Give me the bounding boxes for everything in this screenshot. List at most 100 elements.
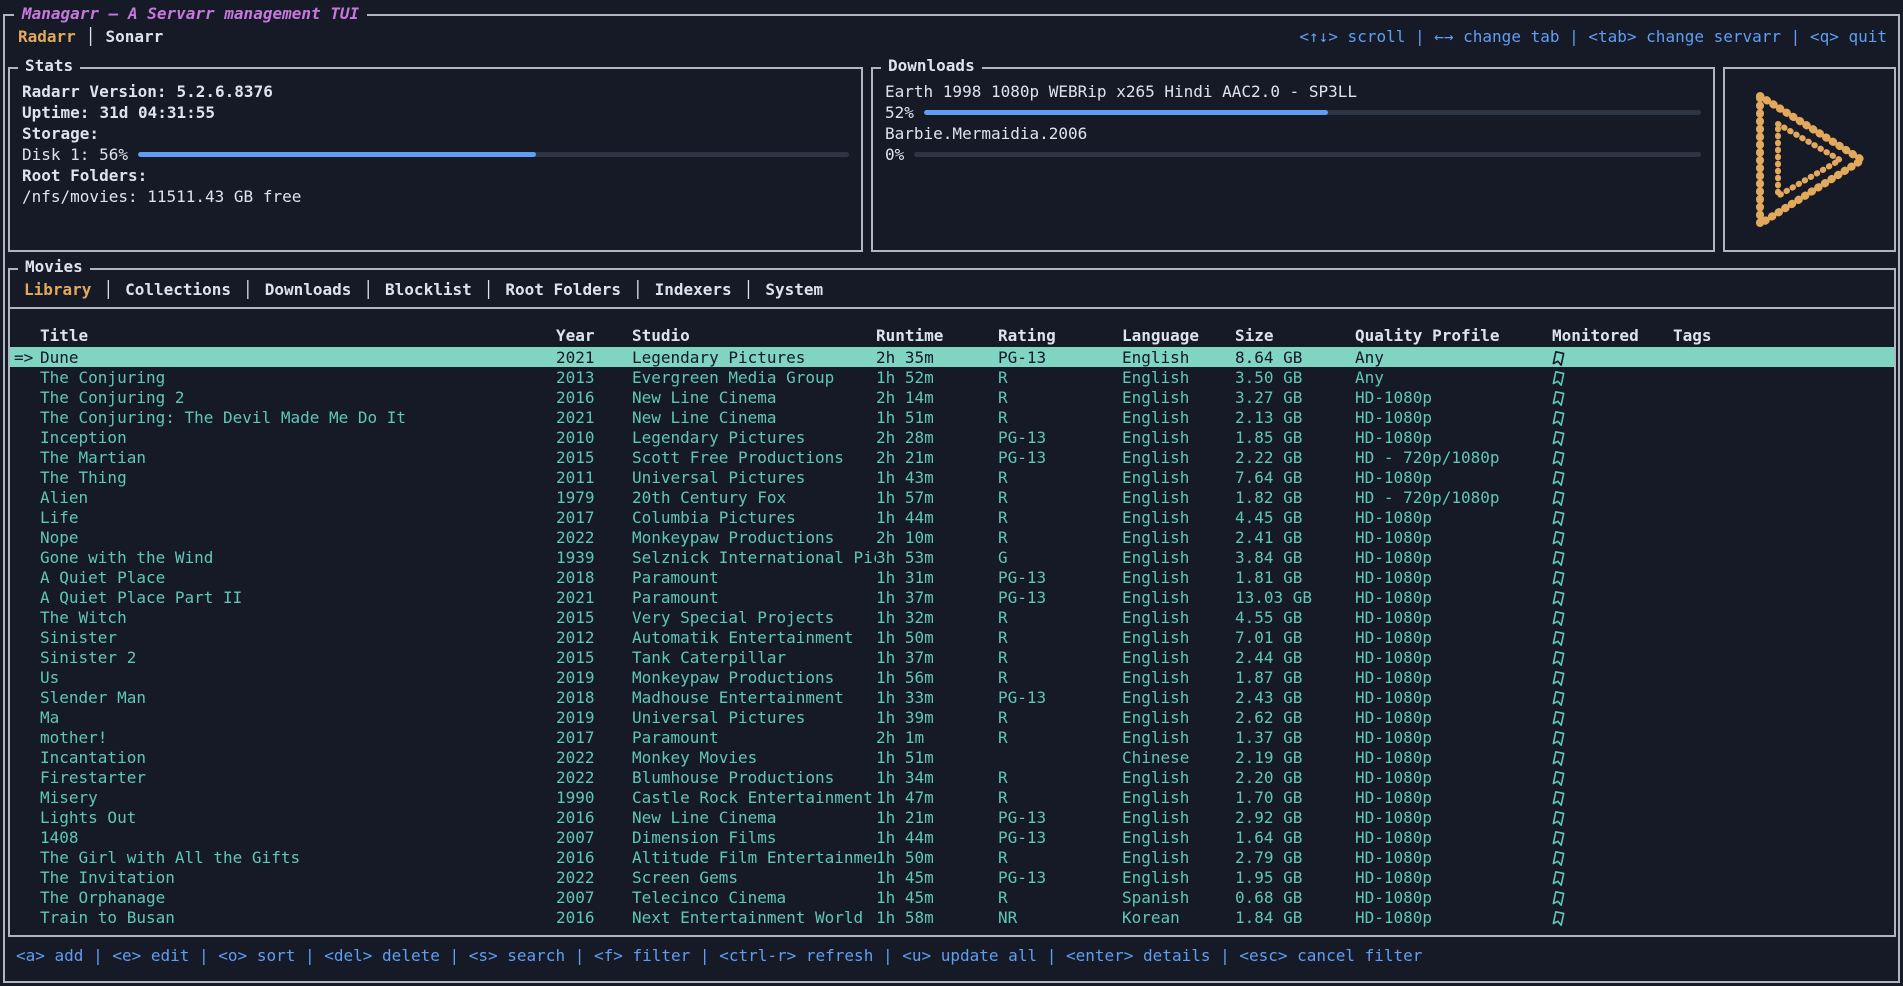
table-row[interactable]: The Martian 2015 Scott Free Productions … — [10, 447, 1894, 467]
cell-size: 1.37 GB — [1235, 728, 1355, 747]
header-studio: Studio — [632, 326, 876, 345]
cell-studio: Monkeypaw Productions — [632, 528, 876, 547]
cell-size: 1.84 GB — [1235, 908, 1355, 927]
monitored-bookmark-icon — [1552, 609, 1566, 626]
table-row[interactable]: Slender Man 2018 Madhouse Entertainment … — [10, 687, 1894, 707]
movies-tab-bar: Library │ Collections │ Downloads │ Bloc… — [10, 270, 1894, 309]
tab-indexers[interactable]: Indexers — [655, 280, 732, 299]
cell-size: 1.64 GB — [1235, 828, 1355, 847]
monitored-bookmark-icon — [1552, 549, 1566, 566]
table-row[interactable]: Alien 1979 20th Century Fox 1h 57m R Eng… — [10, 487, 1894, 507]
monitored-bookmark-icon — [1552, 689, 1566, 706]
tab-sonarr[interactable]: Sonarr — [105, 27, 163, 46]
header-title: Title — [40, 326, 556, 345]
tab-system[interactable]: System — [765, 280, 823, 299]
table-row[interactable]: The Thing 2011 Universal Pictures 1h 43m… — [10, 467, 1894, 487]
table-row[interactable]: mother! 2017 Paramount 2h 1m R English 1… — [10, 727, 1894, 747]
tab-collections[interactable]: Collections — [125, 280, 231, 299]
cell-runtime: 1h 51m — [876, 408, 998, 427]
table-row[interactable]: The Conjuring 2 2016 New Line Cinema 2h … — [10, 387, 1894, 407]
cell-size: 1.81 GB — [1235, 568, 1355, 587]
cell-size: 3.84 GB — [1235, 548, 1355, 567]
cell-monitored — [1552, 788, 1673, 807]
download-progress-bar — [914, 152, 1701, 157]
cell-quality: Any — [1355, 368, 1552, 387]
table-row[interactable]: The Conjuring: The Devil Made Me Do It 2… — [10, 407, 1894, 427]
cell-rating: PG-13 — [998, 588, 1122, 607]
table-row[interactable]: The Witch 2015 Very Special Projects 1h … — [10, 607, 1894, 627]
cell-quality: HD-1080p — [1355, 828, 1552, 847]
cell-studio: Castle Rock Entertainment — [632, 788, 876, 807]
cell-monitored — [1552, 908, 1673, 927]
cell-studio: Scott Free Productions — [632, 448, 876, 467]
uptime-line: Uptime: 31d 04:31:55 — [22, 102, 849, 123]
tab-separator: │ — [484, 280, 494, 299]
cell-year: 1990 — [556, 788, 632, 807]
download-percent-label: 0% — [885, 145, 904, 164]
table-row[interactable]: Us 2019 Monkeypaw Productions 1h 56m R E… — [10, 667, 1894, 687]
table-row[interactable]: Incantation 2022 Monkey Movies 1h 51m Ch… — [10, 747, 1894, 767]
tab-library[interactable]: Library — [24, 280, 91, 299]
cell-language: English — [1122, 348, 1235, 367]
cell-monitored — [1552, 468, 1673, 487]
cell-language: English — [1122, 628, 1235, 647]
cell-language: Spanish — [1122, 888, 1235, 907]
table-row[interactable]: Train to Busan 2016 Next Entertainment W… — [10, 907, 1894, 927]
table-row[interactable]: Sinister 2012 Automatik Entertainment 1h… — [10, 627, 1894, 647]
table-row[interactable]: The Invitation 2022 Screen Gems 1h 45m P… — [10, 867, 1894, 887]
app-title: Managarr — A Servarr management TUI — [14, 4, 367, 23]
cell-size: 8.64 GB — [1235, 348, 1355, 367]
cell-monitored — [1552, 868, 1673, 887]
table-row[interactable]: The Orphanage 2007 Telecinco Cinema 1h 4… — [10, 887, 1894, 907]
cell-monitored — [1552, 748, 1673, 767]
cell-rating: R — [998, 528, 1122, 547]
tab-downloads[interactable]: Downloads — [265, 280, 352, 299]
cell-year: 1939 — [556, 548, 632, 567]
cell-rating: G — [998, 548, 1122, 567]
table-row[interactable]: Gone with the Wind 1939 Selznick Interna… — [10, 547, 1894, 567]
table-row[interactable]: Lights Out 2016 New Line Cinema 1h 21m P… — [10, 807, 1894, 827]
cell-size: 1.85 GB — [1235, 428, 1355, 447]
table-row[interactable]: A Quiet Place 2018 Paramount 1h 31m PG-1… — [10, 567, 1894, 587]
table-row[interactable]: Sinister 2 2015 Tank Caterpillar 1h 37m … — [10, 647, 1894, 667]
cell-runtime: 1h 34m — [876, 768, 998, 787]
cell-language: English — [1122, 508, 1235, 527]
cell-quality: HD - 720p/1080p — [1355, 448, 1552, 467]
table-row[interactable]: A Quiet Place Part II 2021 Paramount 1h … — [10, 587, 1894, 607]
tab-radarr[interactable]: Radarr — [18, 27, 76, 46]
table-row[interactable]: Ma 2019 Universal Pictures 1h 39m R Engl… — [10, 707, 1894, 727]
managarr-play-logo-icon — [1744, 84, 1876, 236]
cell-year: 2022 — [556, 768, 632, 787]
cell-runtime: 1h 56m — [876, 668, 998, 687]
cell-size: 2.13 GB — [1235, 408, 1355, 427]
monitored-bookmark-icon — [1552, 489, 1566, 506]
cell-rating: R — [998, 648, 1122, 667]
servarr-tab-bar: Radarr │ Sonarr — [18, 25, 163, 47]
tab-blocklist[interactable]: Blocklist — [385, 280, 472, 299]
disk-usage-label: Disk 1: 56% — [22, 145, 128, 164]
movies-table-body: => Dune 2021 Legendary Pictures 2h 35m P… — [10, 347, 1894, 927]
cell-rating: PG-13 — [998, 808, 1122, 827]
table-row[interactable]: Firestarter 2022 Blumhouse Productions 1… — [10, 767, 1894, 787]
table-row[interactable]: Misery 1990 Castle Rock Entertainment 1h… — [10, 787, 1894, 807]
cell-runtime: 1h 37m — [876, 588, 998, 607]
tab-root-folders[interactable]: Root Folders — [505, 280, 621, 299]
cell-rating: PG-13 — [998, 568, 1122, 587]
table-row[interactable]: => Dune 2021 Legendary Pictures 2h 35m P… — [10, 347, 1894, 367]
cell-title: The Witch — [40, 608, 556, 627]
cell-title: Sinister 2 — [40, 648, 556, 667]
table-row[interactable]: 1408 2007 Dimension Films 1h 44m PG-13 E… — [10, 827, 1894, 847]
download-item-title: Barbie.Mermaidia.2006 — [885, 123, 1701, 144]
cell-year: 2010 — [556, 428, 632, 447]
table-row[interactable]: The Conjuring 2013 Evergreen Media Group… — [10, 367, 1894, 387]
cell-studio: Tank Caterpillar — [632, 648, 876, 667]
table-row[interactable]: The Girl with All the Gifts 2016 Altitud… — [10, 847, 1894, 867]
table-row[interactable]: Nope 2022 Monkeypaw Productions 2h 10m R… — [10, 527, 1894, 547]
download-item-title: Earth 1998 1080p WEBRip x265 Hindi AAC2.… — [885, 81, 1701, 102]
table-row[interactable]: Inception 2010 Legendary Pictures 2h 28m… — [10, 427, 1894, 447]
cell-title: A Quiet Place Part II — [40, 588, 556, 607]
uptime-label: Uptime: — [22, 103, 89, 122]
cell-studio: 20th Century Fox — [632, 488, 876, 507]
cell-quality: HD-1080p — [1355, 568, 1552, 587]
table-row[interactable]: Life 2017 Columbia Pictures 1h 44m R Eng… — [10, 507, 1894, 527]
